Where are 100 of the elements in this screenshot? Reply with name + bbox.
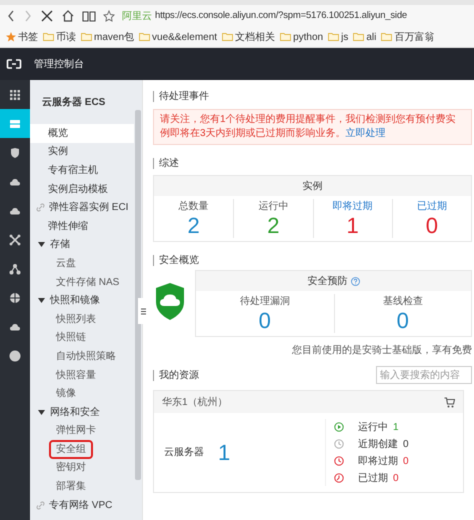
stat-link[interactable]: 即将过期: [332, 199, 373, 214]
search-field[interactable]: 输入要搜索的内容: [376, 366, 472, 384]
alert-message: 请关注，您有1个待处理的费用提醒事件，我们检测到您有预付费实例即将在3天内到期或已过期而影响业务。立即处理: [153, 109, 472, 145]
status-label: 运行中: [358, 420, 388, 434]
section-title: 待处理事件: [159, 90, 209, 104]
highlighted-label: 安全组: [51, 442, 91, 457]
folder-icon: [328, 32, 340, 42]
product-count[interactable]: 1: [218, 436, 230, 469]
sidebar-item[interactable]: 专有宿主机: [30, 161, 134, 180]
bookmark[interactable]: 百万富翁: [381, 30, 434, 44]
star-icon[interactable]: [103, 10, 115, 22]
folder-icon: [353, 32, 364, 42]
sidebar-group[interactable]: 网络和安全: [30, 402, 134, 422]
sidebar-item[interactable]: 镜像: [30, 384, 134, 403]
collapse-handle[interactable]: [138, 298, 148, 324]
status-count[interactable]: 0: [393, 470, 399, 486]
product-label: 云服务器: [164, 446, 204, 460]
bookmark[interactable]: js: [328, 30, 348, 44]
link-icon: [36, 203, 45, 212]
stat-value: 0: [258, 309, 271, 333]
bookmark[interactable]: vue&&element: [139, 30, 218, 44]
sidebar-item[interactable]: 文件存储 NAS: [30, 272, 134, 292]
sidebar-item[interactable]: 部署集: [30, 477, 134, 496]
stat-link[interactable]: 已过期: [416, 199, 447, 214]
back-icon[interactable]: [6, 9, 16, 23]
sidebar-group[interactable]: 快照和镜像: [30, 291, 134, 310]
help-icon[interactable]: [350, 276, 360, 286]
grid-icon: [9, 88, 21, 100]
globe-icon: [9, 292, 21, 304]
link-icon: [36, 500, 45, 510]
stat-value: 0: [396, 309, 409, 333]
stat-value: 0: [426, 214, 438, 238]
sidebar-item[interactable]: 专有网络 VPC: [30, 496, 134, 514]
security-note: 您目前使用的是安骑士基础版，享有免费: [292, 344, 472, 358]
logo-icon[interactable]: [6, 57, 22, 71]
stat-label: 基线检查: [382, 294, 423, 309]
stat-label: 运行中: [258, 200, 288, 214]
sidebar-item[interactable]: 弹性网卡: [30, 422, 134, 440]
stat-value: 2: [188, 214, 200, 238]
sidebar-item[interactable]: 云盘: [30, 254, 134, 273]
bookmark[interactable]: maven包: [81, 30, 134, 44]
region-name[interactable]: 华东1（杭州）: [162, 394, 228, 410]
console-title[interactable]: 管理控制台: [34, 56, 84, 72]
menu-icon: [140, 308, 146, 314]
stat-value: 1: [346, 214, 359, 238]
status-count[interactable]: 1: [393, 420, 399, 434]
clock-icon: [334, 473, 344, 483]
status-label: 已过期: [358, 472, 388, 486]
shield-icon: [9, 146, 21, 158]
nodes-icon: [9, 262, 21, 274]
section-title: 综述: [159, 156, 179, 170]
home-icon[interactable]: [61, 9, 75, 23]
status-label: 近期创建: [358, 438, 398, 452]
stat-value: 2: [267, 214, 280, 238]
sidebar-item[interactable]: 概览: [30, 124, 134, 143]
folder-icon: [81, 32, 92, 42]
status-count[interactable]: 0: [403, 454, 409, 468]
clock-icon: [334, 456, 344, 466]
sidebar-item[interactable]: 弹性容器实例 ECI: [30, 198, 134, 217]
section-title: 我的资源: [159, 368, 199, 382]
sidebar-item[interactable]: 密钥对: [30, 458, 134, 478]
sidebar-item[interactable]: 弹性伸缩: [30, 216, 134, 236]
bookmark[interactable]: 币读: [43, 30, 76, 44]
sidebar-title: 云服务器 ECS: [42, 96, 106, 110]
card-title: 实例: [302, 180, 322, 194]
status-count[interactable]: 0: [403, 436, 409, 452]
scrollbar[interactable]: [135, 110, 141, 480]
bookmark[interactable]: python: [280, 30, 324, 44]
cart-icon[interactable]: [444, 396, 455, 408]
server-icon: [9, 118, 21, 130]
bookmark[interactable]: 文档相关: [222, 30, 276, 44]
caret-icon: [38, 297, 45, 304]
close-icon[interactable]: [40, 9, 54, 23]
network-icon: [9, 234, 21, 246]
sidebar-item[interactable]: 快照链: [30, 328, 134, 348]
sidebar-item[interactable]: 实例启动模板: [30, 180, 134, 198]
bookmark[interactable]: ali: [353, 30, 376, 44]
folder-icon: [222, 32, 234, 42]
play-icon: [334, 422, 344, 432]
card-title: 安全预防: [308, 274, 348, 288]
stat-label: 待处理漏洞: [240, 294, 290, 309]
sidebar-item[interactable]: 快照列表: [30, 310, 134, 329]
sidebar-item[interactable]: 实例: [30, 142, 134, 162]
sidebar-item[interactable]: 快照容量: [30, 366, 134, 384]
sidebar-item[interactable]: 自动快照策略: [30, 347, 134, 366]
circle-icon: [9, 350, 21, 362]
sidebar-item[interactable]: 安全组: [30, 440, 134, 459]
stat-label: 总数量: [178, 200, 209, 214]
shield-icon: [153, 282, 187, 322]
bookmark[interactable]: 书签: [6, 30, 38, 44]
folder-icon: [381, 32, 392, 42]
book-icon[interactable]: [82, 9, 96, 23]
folder-icon: [280, 32, 292, 42]
star-icon: [6, 32, 16, 42]
clock-icon: [334, 439, 344, 449]
section-title: 安全概览: [159, 254, 199, 268]
caret-icon: [38, 241, 45, 248]
alert-link[interactable]: 立即处理: [346, 128, 386, 139]
sidebar-group[interactable]: 存储: [30, 236, 134, 254]
folder-icon: [43, 32, 54, 42]
